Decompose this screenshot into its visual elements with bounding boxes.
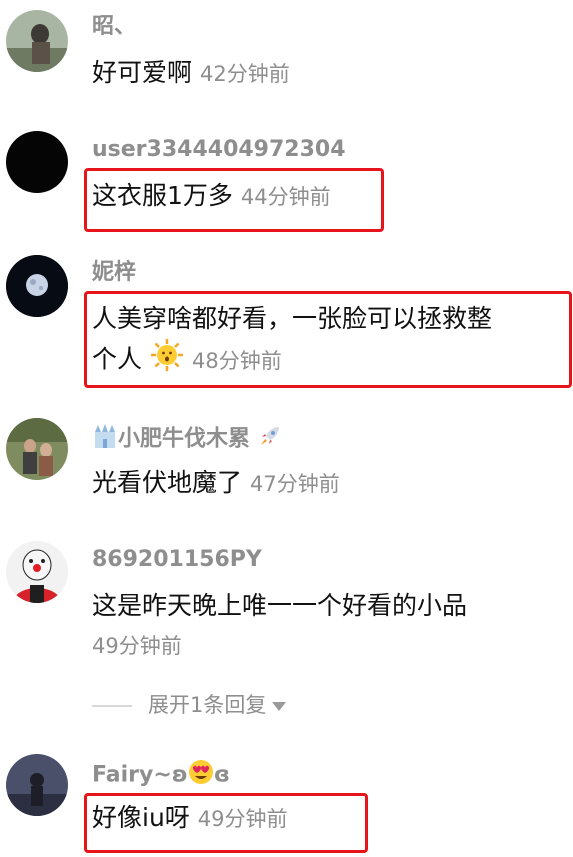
comment-text: 好可爱啊 42分钟前 — [92, 54, 290, 93]
divider — [92, 705, 132, 707]
rocket-icon — [258, 424, 282, 455]
username[interactable]: 妮梓 — [92, 260, 136, 286]
username[interactable]: 昭、 — [92, 14, 136, 40]
username[interactable]: 869201156PY — [92, 547, 262, 573]
expand-replies-button[interactable]: 展开1条回复 — [92, 690, 287, 720]
comment-text: 这是昨天晚上唯一一个好看的小品 — [92, 591, 468, 620]
username-text-suffix: ɞ — [213, 762, 230, 788]
comment-text: 光看伏地魔了 47分钟前 — [92, 464, 340, 503]
timestamp: 49分钟前 — [92, 634, 182, 658]
comment-body: 光看伏地魔了 — [92, 468, 243, 497]
timestamp: 42分钟前 — [200, 62, 290, 86]
timestamp: 47分钟前 — [250, 472, 340, 496]
timestamp: 48分钟前 — [191, 348, 282, 373]
sun-emoji-icon — [150, 338, 184, 383]
comment-body: 个人 — [92, 344, 143, 374]
comment-body: 这衣服1万多 — [92, 181, 233, 210]
timestamp: 44分钟前 — [240, 185, 331, 209]
comment-text: 人美穿啥都好看，一张脸可以拯救整 个人 48分钟前 — [92, 300, 492, 383]
comment-body: 好可爱啊 — [92, 58, 193, 87]
username[interactable]: user3344404972304 — [92, 137, 346, 163]
avatar[interactable] — [6, 754, 68, 816]
comment-text: 好像iu呀 49分钟前 — [92, 799, 288, 838]
comment-text: 这衣服1万多 44分钟前 — [92, 177, 331, 216]
username-text: 小肥牛伐木累 — [118, 426, 251, 452]
avatar[interactable] — [6, 10, 68, 72]
comment-body-line-2: 个人 48分钟前 — [92, 338, 492, 383]
comment-body: 好像iu呀 — [92, 803, 190, 832]
username[interactable]: Fairy~ʚ ɞ — [92, 759, 230, 792]
caret-down-icon — [272, 701, 287, 711]
avatar[interactable] — [6, 541, 68, 603]
timestamp: 49分钟前 — [197, 807, 288, 831]
avatar[interactable] — [6, 418, 68, 480]
username-text: Fairy~ʚ — [92, 762, 188, 788]
comment-body-line-1: 人美穿啥都好看，一张脸可以拯救整 — [92, 304, 493, 333]
username[interactable]: 小肥牛伐木累 — [92, 424, 282, 455]
avatar[interactable] — [6, 131, 68, 193]
expand-replies-label: 展开1条回复 — [148, 693, 267, 717]
heart-eyes-emoji-icon — [188, 759, 214, 792]
avatar[interactable] — [6, 255, 68, 317]
castle-icon — [92, 424, 118, 455]
